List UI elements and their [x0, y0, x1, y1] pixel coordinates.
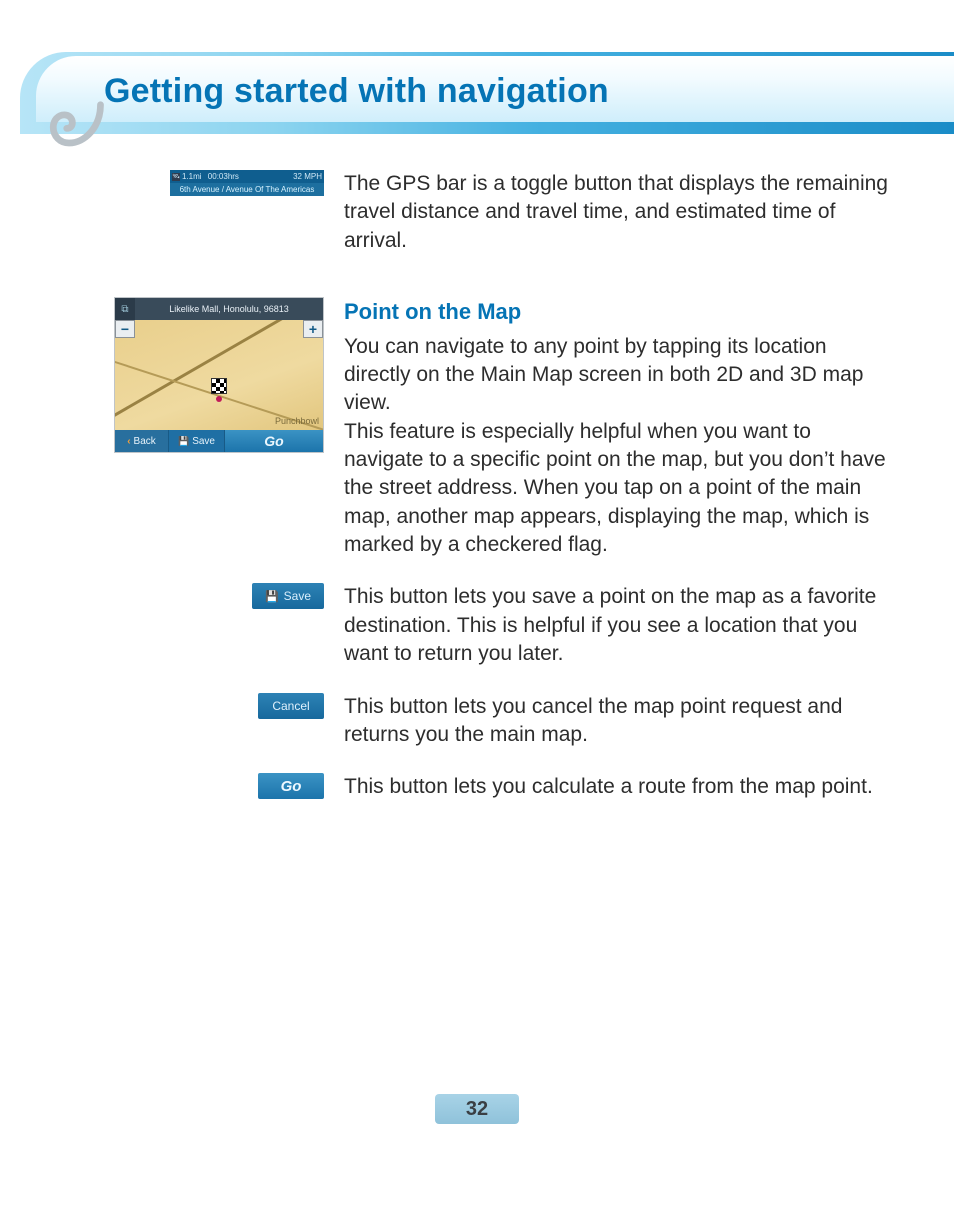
- row-point-on-map: ⧉ Likelike Mall, Honolulu, 96813 − + Pun…: [108, 297, 888, 559]
- map-back-label: Back: [134, 436, 156, 447]
- map-go-button[interactable]: Go: [225, 430, 323, 452]
- section-heading: Point on the Map: [344, 297, 888, 327]
- map-screenshot-figure: ⧉ Likelike Mall, Honolulu, 96813 − + Pun…: [114, 297, 324, 453]
- map-view-toggle-icon[interactable]: ⧉: [115, 298, 135, 320]
- chevron-left-icon: ‹: [127, 436, 130, 447]
- gps-distance: 1.1mi: [182, 172, 202, 181]
- gps-bar-figure: 🛰 1.1mi 00:03hrs 32 MPH 6th Avenue / Ave…: [170, 170, 324, 196]
- zoom-in-button[interactable]: +: [303, 320, 323, 338]
- page-title: Getting started with navigation: [104, 72, 609, 111]
- manual-page: Getting started with navigation 🛰 1.1mi …: [0, 0, 954, 1208]
- map-save-button[interactable]: 💾Save: [169, 430, 225, 452]
- row-go-button: Go This button lets you calculate a rout…: [108, 773, 888, 801]
- map-go-label: Go: [264, 433, 283, 449]
- save-button-label: Save: [284, 589, 311, 603]
- map-area-label: Punchbowl: [275, 416, 319, 426]
- page-number-badge: 32: [435, 1094, 519, 1124]
- disk-icon: 💾: [265, 590, 279, 603]
- gps-bar-description: The GPS bar is a toggle button that disp…: [344, 170, 888, 255]
- go-button-label: Go: [281, 778, 302, 795]
- content-area: 🛰 1.1mi 00:03hrs 32 MPH 6th Avenue / Ave…: [0, 160, 954, 1208]
- save-button-figure[interactable]: 💾 Save: [252, 583, 324, 609]
- map-save-label: Save: [192, 436, 215, 447]
- zoom-out-button[interactable]: −: [115, 320, 135, 338]
- row-cancel-button: Cancel This button lets you cancel the m…: [108, 693, 888, 750]
- map-address-label: Likelike Mall, Honolulu, 96813: [135, 304, 323, 314]
- go-button-description: This button lets you calculate a route f…: [344, 773, 888, 801]
- map-pin-icon: [216, 396, 222, 402]
- cancel-button-label: Cancel: [272, 699, 309, 713]
- checkered-flag-icon: [211, 378, 227, 394]
- save-button-description: This button lets you save a point on the…: [344, 583, 888, 668]
- row-gps-bar: 🛰 1.1mi 00:03hrs 32 MPH 6th Avenue / Ave…: [108, 170, 888, 255]
- gps-street: 6th Avenue / Avenue Of The Americas: [170, 183, 324, 196]
- cancel-button-figure[interactable]: Cancel: [258, 693, 324, 719]
- gps-speed: 32 MPH: [293, 172, 322, 181]
- map-back-button[interactable]: ‹ Back: [115, 430, 169, 452]
- row-save-button: 💾 Save This button lets you save a point …: [108, 583, 888, 668]
- point-on-map-text: You can navigate to any point by tapping…: [344, 333, 888, 560]
- satellite-icon: 🛰: [172, 173, 180, 181]
- disk-icon: 💾: [178, 436, 189, 447]
- gps-duration: 00:03hrs: [208, 172, 239, 181]
- go-button-figure[interactable]: Go: [258, 773, 324, 799]
- cancel-button-description: This button lets you cancel the map poin…: [344, 693, 888, 750]
- road-line: [115, 320, 323, 418]
